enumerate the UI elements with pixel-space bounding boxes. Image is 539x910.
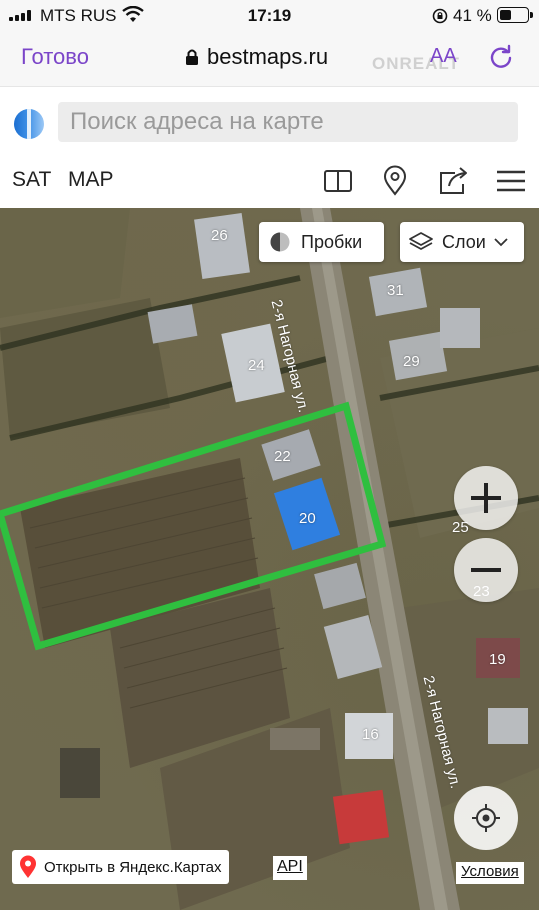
reload-icon[interactable]: [488, 44, 514, 70]
yandex-pin-icon: [20, 855, 36, 878]
house-number: 29: [403, 353, 420, 370]
open-in-yandex-label: Открыть в Яндекс.Картах: [44, 858, 222, 876]
share-icon[interactable]: [437, 164, 471, 198]
zoom-in-button[interactable]: [454, 466, 518, 530]
layers-button[interactable]: Слои: [400, 222, 524, 262]
satellite-map[interactable]: 26 31 24 29 22 20 25 23 19 16 2-я Нагорн…: [0, 208, 539, 910]
url-text: bestmaps.ru: [207, 44, 329, 69]
layers-icon: [409, 232, 433, 250]
padlock-icon: [186, 49, 198, 65]
bestmaps-logo: [14, 109, 44, 139]
house-number: 19: [489, 651, 506, 668]
address-bar[interactable]: bestmaps.ru: [185, 44, 328, 70]
house-number: 16: [362, 726, 379, 743]
search-placeholder: Поиск адреса на карте: [70, 108, 324, 135]
browser-toolbar: Готово bestmaps.ru ONREALT AA: [0, 32, 539, 86]
house-number: 22: [274, 448, 291, 465]
split-view-icon[interactable]: [321, 164, 355, 198]
sat-mode-button[interactable]: SAT: [12, 168, 51, 192]
battery-icon: [497, 7, 533, 23]
menu-icon[interactable]: [494, 164, 528, 198]
orientation-lock-icon: [432, 8, 448, 24]
locate-me-button[interactable]: [454, 786, 518, 850]
battery-percentage: 41 %: [453, 6, 492, 25]
text-size-label: AA: [430, 45, 457, 67]
open-in-yandex-link[interactable]: Открыть в Яндекс.Картах: [12, 850, 230, 884]
search-input[interactable]: Поиск адреса на карте: [58, 102, 518, 142]
traffic-label: Пробки: [301, 231, 363, 252]
traffic-icon: [270, 232, 290, 252]
search-row: Поиск адреса на карте: [0, 86, 539, 158]
map-pin-icon[interactable]: [378, 164, 412, 198]
house-number: 31: [387, 282, 404, 299]
house-number: 26: [211, 227, 228, 244]
api-link[interactable]: API: [273, 856, 307, 880]
map-toolbar: SAT MAP: [0, 158, 539, 208]
zoom-out-button[interactable]: [454, 538, 518, 602]
crosshair-icon: [472, 804, 500, 832]
layers-label: Слои: [442, 231, 486, 252]
status-bar: MTS RUS 17:19 41 %: [0, 0, 539, 32]
chevron-down-icon: [494, 238, 508, 247]
map-mode-button[interactable]: MAP: [68, 168, 114, 192]
house-number: 24: [248, 357, 265, 374]
house-number: 20: [299, 510, 316, 527]
text-size-button[interactable]: AA: [430, 45, 457, 68]
traffic-button[interactable]: Пробки: [259, 222, 384, 262]
done-button[interactable]: Готово: [21, 44, 89, 70]
terms-link[interactable]: Условия: [456, 862, 524, 884]
battery-level-fill: [500, 10, 511, 20]
